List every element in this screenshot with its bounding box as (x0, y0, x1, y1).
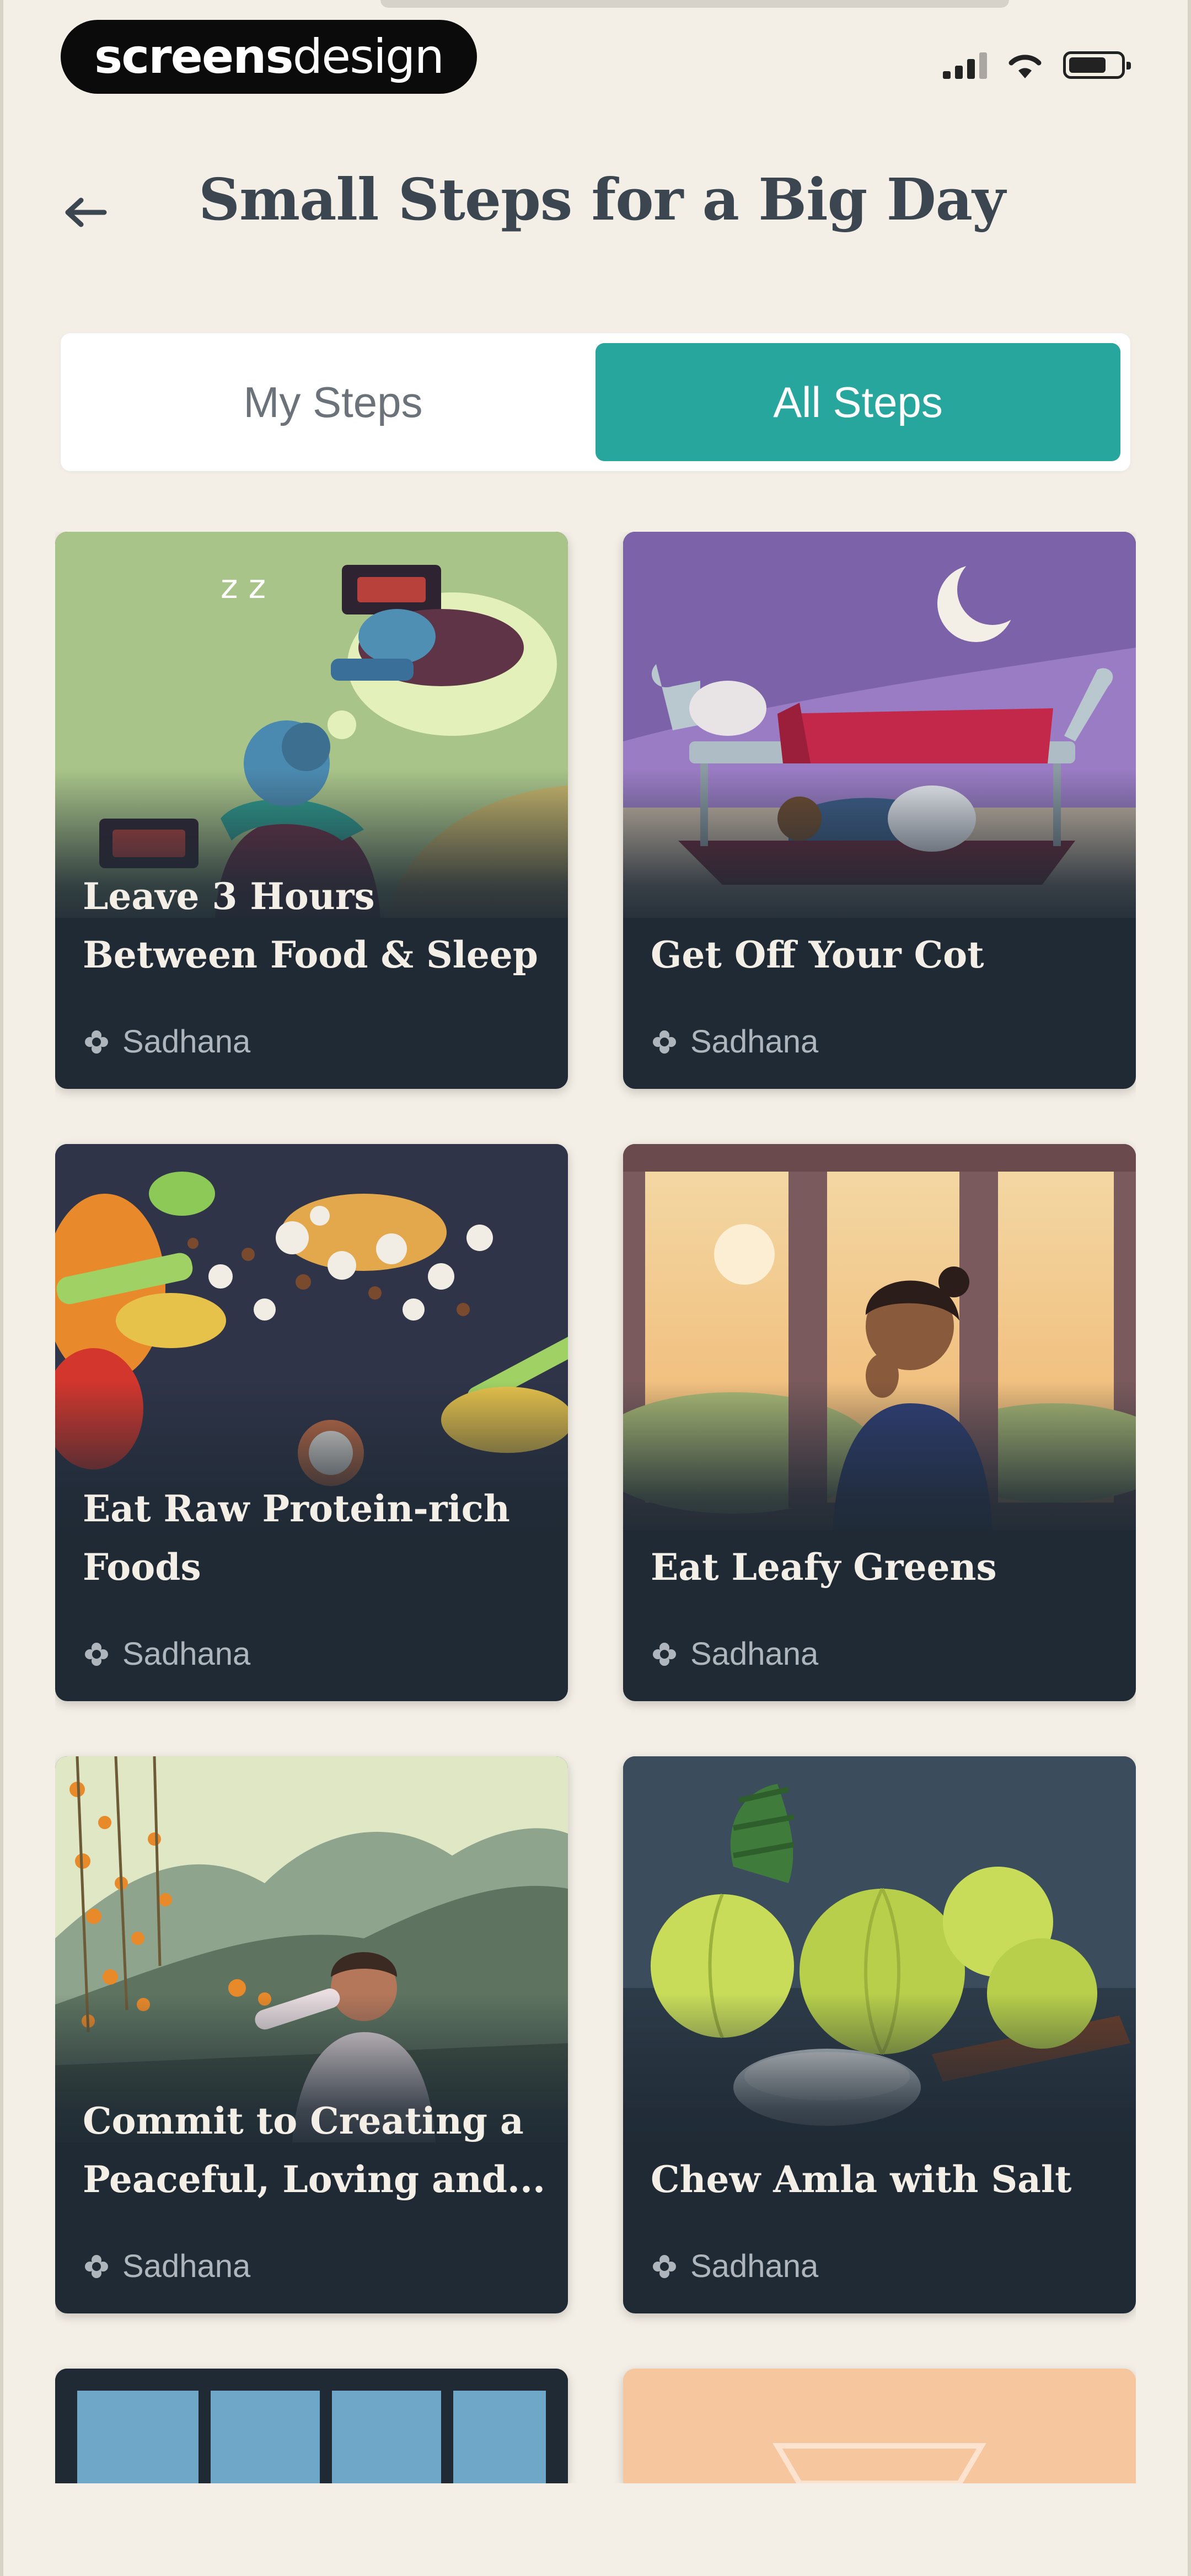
flower-icon (85, 2254, 108, 2278)
card-category: Sadhana (83, 2248, 250, 2285)
step-card-off-cot[interactable]: Get Off Your Cot Sadhana (623, 532, 1136, 1089)
steps-grid: z z Leave 3 Hours Between Food & Sleep S… (55, 532, 1136, 2483)
step-card-food-sleep[interactable]: z z Leave 3 Hours Between Food & Sleep S… (55, 532, 568, 1089)
flower-icon (653, 1030, 676, 1054)
frame-edge-right (1188, 0, 1191, 2576)
battery-icon (1063, 51, 1131, 79)
flower-icon (653, 1642, 676, 1666)
card-title: Commit to Creating a Peaceful, Loving an… (83, 2099, 545, 2201)
frame-edge-left (0, 0, 3, 2576)
device-notch (380, 0, 1009, 8)
card-category: Sadhana (83, 1023, 250, 1060)
cellular-signal-icon (943, 51, 987, 79)
card-category-label: Sadhana (690, 2248, 819, 2284)
step-card-leafy-greens[interactable]: Eat Leafy Greens Sadhana (623, 1144, 1136, 1701)
brand-logo-light: design (292, 29, 444, 84)
card-title: Leave 3 Hours Between Food & Sleep (83, 875, 538, 976)
step-card-raw-protein[interactable]: Eat Raw Protein-rich Foods Sadhana (55, 1144, 568, 1701)
page-title: Small Steps for a Big Day (198, 165, 1006, 233)
card-gradient (623, 769, 1136, 934)
card-category: Sadhana (83, 1636, 250, 1672)
card-category: Sadhana (651, 2248, 818, 2285)
card-title: Chew Amla with Salt (651, 2158, 1072, 2201)
svg-text:z z: z z (221, 568, 266, 606)
segmented-tabs: My Steps All Steps (61, 333, 1130, 471)
brand-logo: screens design (61, 20, 477, 94)
card-category: Sadhana (651, 1636, 818, 1672)
back-button[interactable] (55, 182, 116, 243)
card-gradient (623, 1381, 1136, 1547)
card-category-label: Sadhana (122, 1636, 251, 1672)
card-title: Get Off Your Cot (651, 933, 984, 976)
wifi-icon (1008, 55, 1042, 78)
card-category-label: Sadhana (690, 1024, 819, 1060)
card-gradient (623, 1994, 1136, 2159)
bowl-illustration (623, 2369, 1136, 2483)
card-category: Sadhana (651, 1023, 818, 1060)
step-card-partial[interactable] (55, 2369, 568, 2483)
card-title: Eat Raw Protein-rich Foods (83, 1487, 510, 1589)
flower-icon (85, 1642, 108, 1666)
card-category-label: Sadhana (690, 1636, 819, 1672)
flower-icon (85, 1030, 108, 1054)
step-card-amla-salt[interactable]: Chew Amla with Salt Sadhana (623, 1756, 1136, 2313)
status-icons (943, 51, 1131, 79)
step-card-peaceful-loving[interactable]: Commit to Creating a Peaceful, Loving an… (55, 1756, 568, 2313)
card-category-label: Sadhana (122, 1024, 251, 1060)
tab-all-steps[interactable]: All Steps (596, 343, 1120, 461)
card-title: Eat Leafy Greens (651, 1546, 997, 1589)
brand-logo-bold: screens (94, 29, 294, 84)
tab-my-steps[interactable]: My Steps (71, 343, 596, 461)
step-card-partial[interactable] (623, 2369, 1136, 2483)
window-sky-illustration (55, 2369, 568, 2483)
arrow-left-icon (65, 197, 107, 227)
flower-icon (653, 2254, 676, 2278)
card-category-label: Sadhana (122, 2248, 251, 2284)
